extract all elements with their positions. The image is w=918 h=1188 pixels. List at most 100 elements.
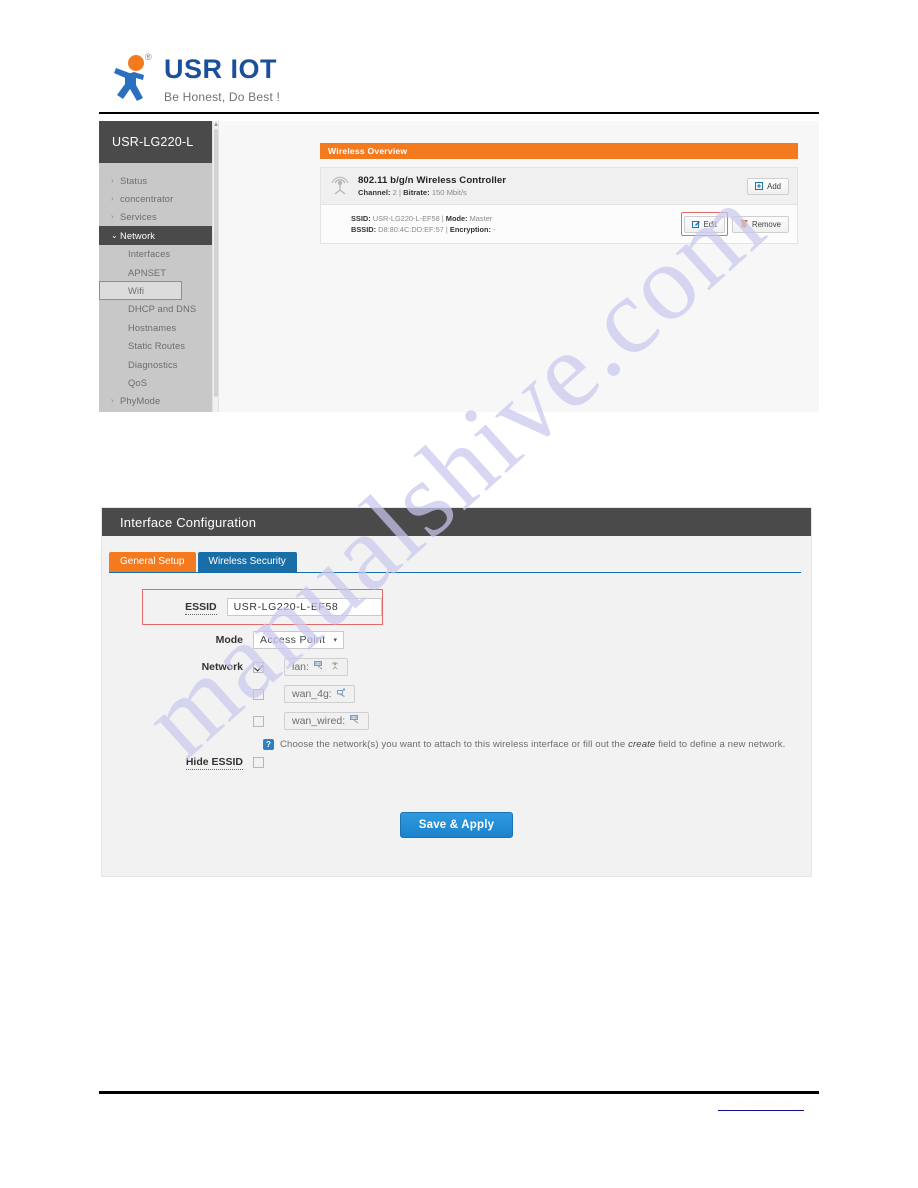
- wireless-overview-panel-title: Wireless Overview: [320, 143, 798, 159]
- bssid-value: D8:80:4C:DD:EF:57: [378, 225, 444, 234]
- wireless-radio-card: 802.11 b/g/n Wireless Controller Channel…: [320, 167, 798, 244]
- bssid-line: BSSID: D8:80:4C:DD:EF:57 | Encryption: -: [351, 224, 681, 235]
- bitrate-label: Bitrate:: [403, 188, 430, 197]
- logo-title: USR IOT: [164, 54, 278, 84]
- network-option-wan-wired[interactable]: wan_wired:: [284, 712, 370, 730]
- tab-wireless-security[interactable]: Wireless Security: [197, 552, 297, 573]
- footer-divider: [99, 1091, 819, 1094]
- sidebar-item-phymode[interactable]: › PhyMode: [99, 392, 212, 410]
- network-checkbox-wan-wired[interactable]: [253, 715, 264, 727]
- sidebar-item-services[interactable]: › Services: [99, 208, 212, 226]
- sidebar-item-dhcp-and-dns[interactable]: DHCP and DNS: [99, 300, 212, 318]
- sidebar-item-diagnostics[interactable]: Diagnostics: [99, 355, 212, 373]
- scrollbar-thumb[interactable]: [214, 129, 218, 397]
- sidebar-item-label: QoS: [128, 376, 148, 388]
- help-question-icon: ?: [263, 739, 274, 750]
- chevron-right-icon: ›: [111, 396, 114, 406]
- network-option-label: lan:: [292, 661, 309, 673]
- network-field-row-lan: Network lan:: [102, 658, 811, 676]
- ssid-label: SSID:: [351, 213, 371, 223]
- network-option-lan[interactable]: lan:: [284, 658, 348, 676]
- interface-configuration-title: Interface Configuration: [102, 508, 811, 536]
- network-option-wan-4g[interactable]: wan_4g:: [284, 685, 355, 703]
- mode-value: Master: [469, 213, 493, 223]
- trash-remove-icon: [740, 220, 748, 228]
- chevron-right-icon: ›: [111, 175, 114, 185]
- save-and-apply-button[interactable]: Save & Apply: [399, 812, 514, 838]
- scroll-up-arrow-icon[interactable]: [214, 122, 218, 126]
- channel-label: Channel:: [358, 188, 391, 197]
- footer-website-link[interactable]: www.usriot.com: [718, 1099, 804, 1111]
- help-text-suffix: field to define a new network.: [655, 739, 786, 750]
- tabs-underline: [109, 571, 801, 573]
- network-field-row-wan4g: wan_4g:: [102, 685, 811, 703]
- network-help-text: Choose the network(s) you want to attach…: [280, 739, 785, 750]
- document-header: USR IOT Be Honest, Do Best ! ®: [0, 0, 918, 114]
- wifi-icon: [330, 661, 340, 673]
- sidebar-item-label: Interfaces: [128, 248, 171, 260]
- edit-button-highlight-box: Edit: [680, 212, 728, 236]
- sidebar-item-label: Status: [120, 174, 148, 186]
- encryption-value: -: [493, 225, 496, 234]
- modem-icon: [336, 688, 347, 700]
- chevron-right-icon: ›: [111, 194, 114, 204]
- logo-tagline: Be Honest, Do Best !: [164, 90, 281, 104]
- sidebar-device-title: USR-LG220-L: [99, 121, 212, 163]
- chevron-down-icon: ▾: [333, 637, 338, 644]
- tab-general-setup[interactable]: General Setup: [109, 552, 196, 573]
- chevron-right-icon: ›: [111, 212, 114, 222]
- sidebar-item-label: PhyMode: [120, 395, 161, 407]
- hide-essid-field-row: Hide ESSID: [102, 756, 811, 770]
- add-button[interactable]: Add: [747, 177, 789, 195]
- mode-field-row: Mode Access Point ▾: [102, 631, 811, 649]
- bitrate-value: 150 Mbit/s: [431, 188, 467, 197]
- mode-label: Mode: [215, 634, 243, 646]
- hide-essid-checkbox[interactable]: [253, 756, 264, 768]
- save-button-container: Save & Apply: [102, 812, 811, 838]
- help-text-emphasis: create: [628, 739, 656, 750]
- channel-value: 2: [392, 188, 397, 197]
- ssid-line: SSID: USR-LG220-L-EF58 | Mode: Master: [351, 213, 681, 224]
- remove-button[interactable]: Remove: [731, 215, 789, 233]
- configuration-tabs: General Setup Wireless Security: [102, 551, 811, 573]
- pencil-edit-icon: [691, 220, 700, 228]
- network-option-label: wan_wired:: [292, 715, 346, 727]
- sidebar-item-network[interactable]: ⌄ Network: [99, 226, 212, 245]
- hide-essid-label: Hide ESSID: [185, 756, 243, 770]
- sidebar-item-hostnames[interactable]: Hostnames: [99, 318, 212, 336]
- interface-configuration-screenshot: Interface Configuration General Setup Wi…: [101, 507, 812, 877]
- network-help-row: ? Choose the network(s) you want to atta…: [102, 739, 811, 750]
- mode-select[interactable]: Access Point ▾: [253, 631, 345, 649]
- sidebar-item-interfaces[interactable]: Interfaces: [99, 245, 212, 263]
- usr-iot-logo: USR IOT Be Honest, Do Best !: [110, 54, 280, 104]
- sidebar-item-concentrator[interactable]: › concentrator: [99, 189, 212, 207]
- sidebar-item-label: Services: [120, 211, 157, 223]
- detail-separator: |: [398, 188, 401, 197]
- network-field-row-wanwired: wan_wired:: [102, 712, 811, 730]
- sidebar-item-label: Static Routes: [128, 340, 186, 352]
- essid-field-highlight-box: ESSID USR-LG220-L-EF58: [142, 589, 383, 625]
- sidebar-item-label: Wifi: [128, 285, 145, 297]
- chevron-down-icon: ⌄: [111, 230, 118, 240]
- network-checkbox-wan-4g[interactable]: [253, 688, 264, 700]
- network-checkbox-lan[interactable]: [253, 661, 264, 673]
- registered-trademark-symbol: ®: [145, 52, 152, 62]
- sidebar-item-qos[interactable]: QoS: [99, 373, 212, 391]
- sidebar-item-apnset[interactable]: APNSET: [99, 263, 212, 281]
- add-icon: [755, 182, 764, 190]
- detail-separator: |: [441, 213, 444, 223]
- sidebar-item-status[interactable]: › Status: [99, 171, 212, 189]
- essid-input[interactable]: USR-LG220-L-EF58: [226, 598, 382, 616]
- sidebar-item-label: DHCP and DNS: [128, 303, 197, 315]
- essid-label: ESSID: [185, 601, 217, 615]
- sidebar-scrollbar[interactable]: [212, 121, 219, 412]
- wifi-signal-icon: [329, 175, 351, 197]
- radio-details: Channel: 2 | Bitrate: 150 Mbit/s: [358, 188, 747, 197]
- edit-button[interactable]: Edit: [683, 215, 725, 233]
- network-label: Network: [201, 661, 243, 673]
- sidebar-item-static-routes[interactable]: Static Routes: [99, 337, 212, 355]
- router-content-area: Wireless Overview 802.11 b/g/n Wireless …: [220, 121, 819, 412]
- sidebar-item-label: concentrator: [120, 193, 174, 205]
- remove-button-label: Remove: [751, 219, 781, 229]
- sidebar-item-wifi[interactable]: Wifi: [99, 281, 182, 300]
